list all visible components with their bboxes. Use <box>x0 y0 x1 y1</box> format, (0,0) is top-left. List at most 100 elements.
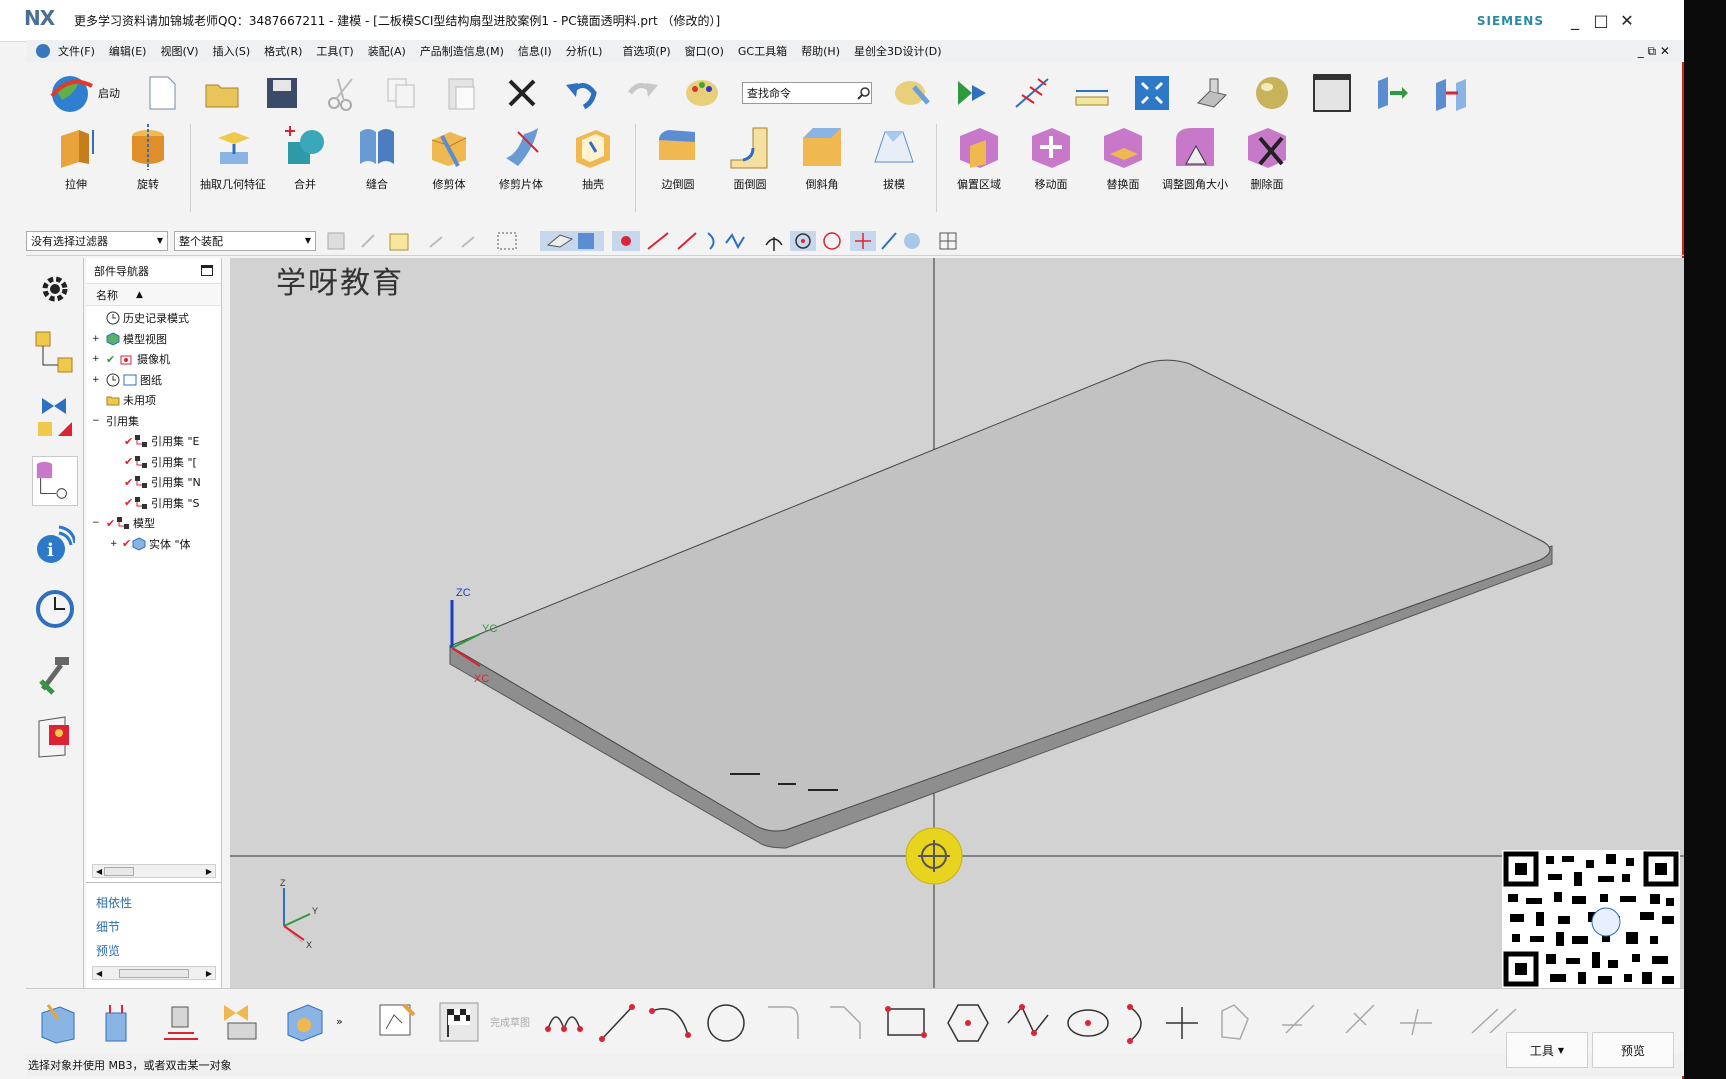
shell-button[interactable]: 抽壳 <box>557 124 629 192</box>
paste-icon[interactable] <box>442 73 482 113</box>
model-canvas[interactable]: ZC YC XC Z Y X <box>230 258 1684 988</box>
collapse-icon[interactable]: − <box>92 416 106 426</box>
tree-row-model-views[interactable]: + 模型视图 <box>86 329 221 350</box>
minimize-button[interactable]: _ <box>1564 10 1586 32</box>
scroll-right-icon[interactable]: ▶ <box>206 867 212 876</box>
settings-tab[interactable] <box>32 264 78 314</box>
sketch-extrude-button[interactable] <box>96 999 142 1045</box>
part-navigator-tab[interactable] <box>32 456 78 506</box>
more-tools-icon[interactable]: » <box>336 1015 366 1028</box>
move-to-layer-icon[interactable] <box>1372 73 1412 113</box>
tree-row-reference-sets[interactable]: − 引用集 <box>86 411 221 432</box>
menu-window-controls[interactable]: _ ⧉ ✕ <box>1638 44 1670 59</box>
new-file-icon[interactable] <box>142 73 182 113</box>
expand-icon[interactable]: + <box>92 334 106 344</box>
undo-icon[interactable] <box>562 73 602 113</box>
menu-insert[interactable]: 插入(S) <box>213 43 251 59</box>
save-icon[interactable] <box>262 73 302 113</box>
menu-help[interactable]: 帮助(H) <box>801 43 840 59</box>
sketch-attach-button[interactable] <box>282 999 328 1045</box>
fit-view-icon[interactable] <box>1132 73 1172 113</box>
expand-icon[interactable]: + <box>92 354 106 364</box>
app-menu-icon[interactable] <box>36 44 50 58</box>
delete-face-button[interactable]: 删除面 <box>1231 124 1303 192</box>
tree-row-model[interactable]: − ✔ 模型 <box>86 513 221 534</box>
delete-icon[interactable] <box>502 73 542 113</box>
preview-section[interactable]: 预览 <box>86 938 222 962</box>
reuse-library-tab[interactable] <box>32 648 78 698</box>
graphics-window[interactable]: 学呀教育 ZC YC XC Z Y X <box>230 258 1684 988</box>
scroll-left-icon[interactable]: ◀ <box>96 969 102 978</box>
roles-tab[interactable] <box>32 712 78 762</box>
menu-format[interactable]: 格式(R) <box>264 43 302 59</box>
trim-sheet-button[interactable]: 修剪片体 <box>485 124 557 192</box>
dependencies-section[interactable]: 相依性 <box>86 890 222 914</box>
scroll-left-icon[interactable]: ◀ <box>96 867 102 876</box>
extract-geometry-button[interactable]: 抽取几何特征 <box>197 124 269 192</box>
constraint-navigator-tab[interactable] <box>32 392 78 442</box>
menu-information[interactable]: 信息(I) <box>518 43 552 59</box>
sew-button[interactable]: 缝合 <box>341 124 413 192</box>
measure-distance-icon[interactable] <box>1072 73 1112 113</box>
menu-analysis[interactable]: 分析(L) <box>566 43 603 59</box>
move-face-button[interactable]: 移动面 <box>1015 124 1087 192</box>
history-tab[interactable] <box>32 584 78 634</box>
menu-pmi[interactable]: 产品制造信息(M) <box>420 43 504 59</box>
cut-icon[interactable] <box>322 73 362 113</box>
menu-preferences[interactable]: 首选项(P) <box>622 43 670 59</box>
command-search-input[interactable]: 查找命令 <box>742 82 872 104</box>
preview-button[interactable]: 预览 <box>1592 1032 1674 1068</box>
chamfer-button[interactable]: 倒斜角 <box>786 124 858 192</box>
copy-to-layer-icon[interactable] <box>1432 73 1472 113</box>
resize-blend-button[interactable]: 调整圆角大小 <box>1159 124 1231 192</box>
tree-row-reference-set[interactable]: ✔ 引用集 "[ <box>86 452 221 473</box>
assembly-navigator-tab[interactable] <box>32 328 78 378</box>
face-blend-button[interactable]: 面倒圆 <box>714 124 786 192</box>
start-globe-icon[interactable] <box>48 70 94 116</box>
search-icon[interactable] <box>857 86 871 100</box>
close-button[interactable]: ✕ <box>1616 10 1638 32</box>
edge-blend-button[interactable]: 边倒圆 <box>642 124 714 192</box>
tools-dropdown-button[interactable]: 工具 ▼ <box>1506 1032 1588 1068</box>
start-label[interactable]: 启动 <box>98 85 120 101</box>
scroll-thumb[interactable] <box>119 968 189 978</box>
copy-icon[interactable] <box>382 73 422 113</box>
tree-row-reference-set[interactable]: ✔ 引用集 "E <box>86 431 221 452</box>
snap-point-toolbar[interactable] <box>322 229 762 253</box>
tree-row-unused-items[interactable]: 未用项 <box>86 390 221 411</box>
name-column-header[interactable]: 名称 ▲ <box>86 284 221 306</box>
unite-button[interactable]: 合并 <box>269 124 341 192</box>
extrude-button[interactable]: 拉伸 <box>40 124 112 192</box>
revolve-button[interactable]: 旋转 <box>112 124 184 192</box>
sketch-options-button[interactable] <box>220 999 266 1045</box>
menu-file[interactable]: 文件(F) <box>58 43 95 59</box>
shaded-edges-icon[interactable] <box>1192 73 1232 113</box>
tree-row-reference-set[interactable]: ✔ 引用集 "N <box>86 472 221 493</box>
open-folder-icon[interactable] <box>202 73 242 113</box>
tree-row-solid-body[interactable]: + ✔ 实体 "体 <box>86 534 221 555</box>
tree-row-cameras[interactable]: + ✔ 摄像机 <box>86 349 221 370</box>
snap-point-toolbar-2[interactable] <box>762 229 982 253</box>
offset-region-button[interactable]: 偏置区域 <box>943 124 1015 192</box>
sketch-curve-tools[interactable] <box>542 999 1542 1045</box>
expand-icon[interactable]: + <box>92 375 106 385</box>
scroll-right-icon[interactable]: ▶ <box>206 969 212 978</box>
menu-edit[interactable]: 编辑(E) <box>109 43 147 59</box>
menu-view[interactable]: 视图(V) <box>160 43 198 59</box>
details-section[interactable]: 细节 <box>86 914 222 938</box>
menu-tools[interactable]: 工具(T) <box>316 43 353 59</box>
menu-window[interactable]: 窗口(O) <box>685 43 724 59</box>
redo-icon[interactable] <box>622 73 662 113</box>
render-sphere-icon[interactable] <box>1252 73 1292 113</box>
tree-row-reference-set[interactable]: ✔ 引用集 "S <box>86 493 221 514</box>
edit-display-icon[interactable] <box>682 73 722 113</box>
menu-gc-toolkit[interactable]: GC工具箱 <box>738 43 787 59</box>
assembly-scope-dropdown[interactable]: 整个装配 ▼ <box>174 230 316 251</box>
scroll-thumb[interactable] <box>104 866 134 876</box>
background-icon[interactable] <box>1312 73 1352 113</box>
trim-body-button[interactable]: 修剪体 <box>413 124 485 192</box>
details-horizontal-scrollbar[interactable]: ◀ ▶ <box>92 966 216 980</box>
collapse-icon[interactable]: − <box>92 518 106 528</box>
sketch-on-path-button[interactable] <box>158 999 204 1045</box>
tree-row-drawings[interactable]: + 图纸 <box>86 370 221 391</box>
